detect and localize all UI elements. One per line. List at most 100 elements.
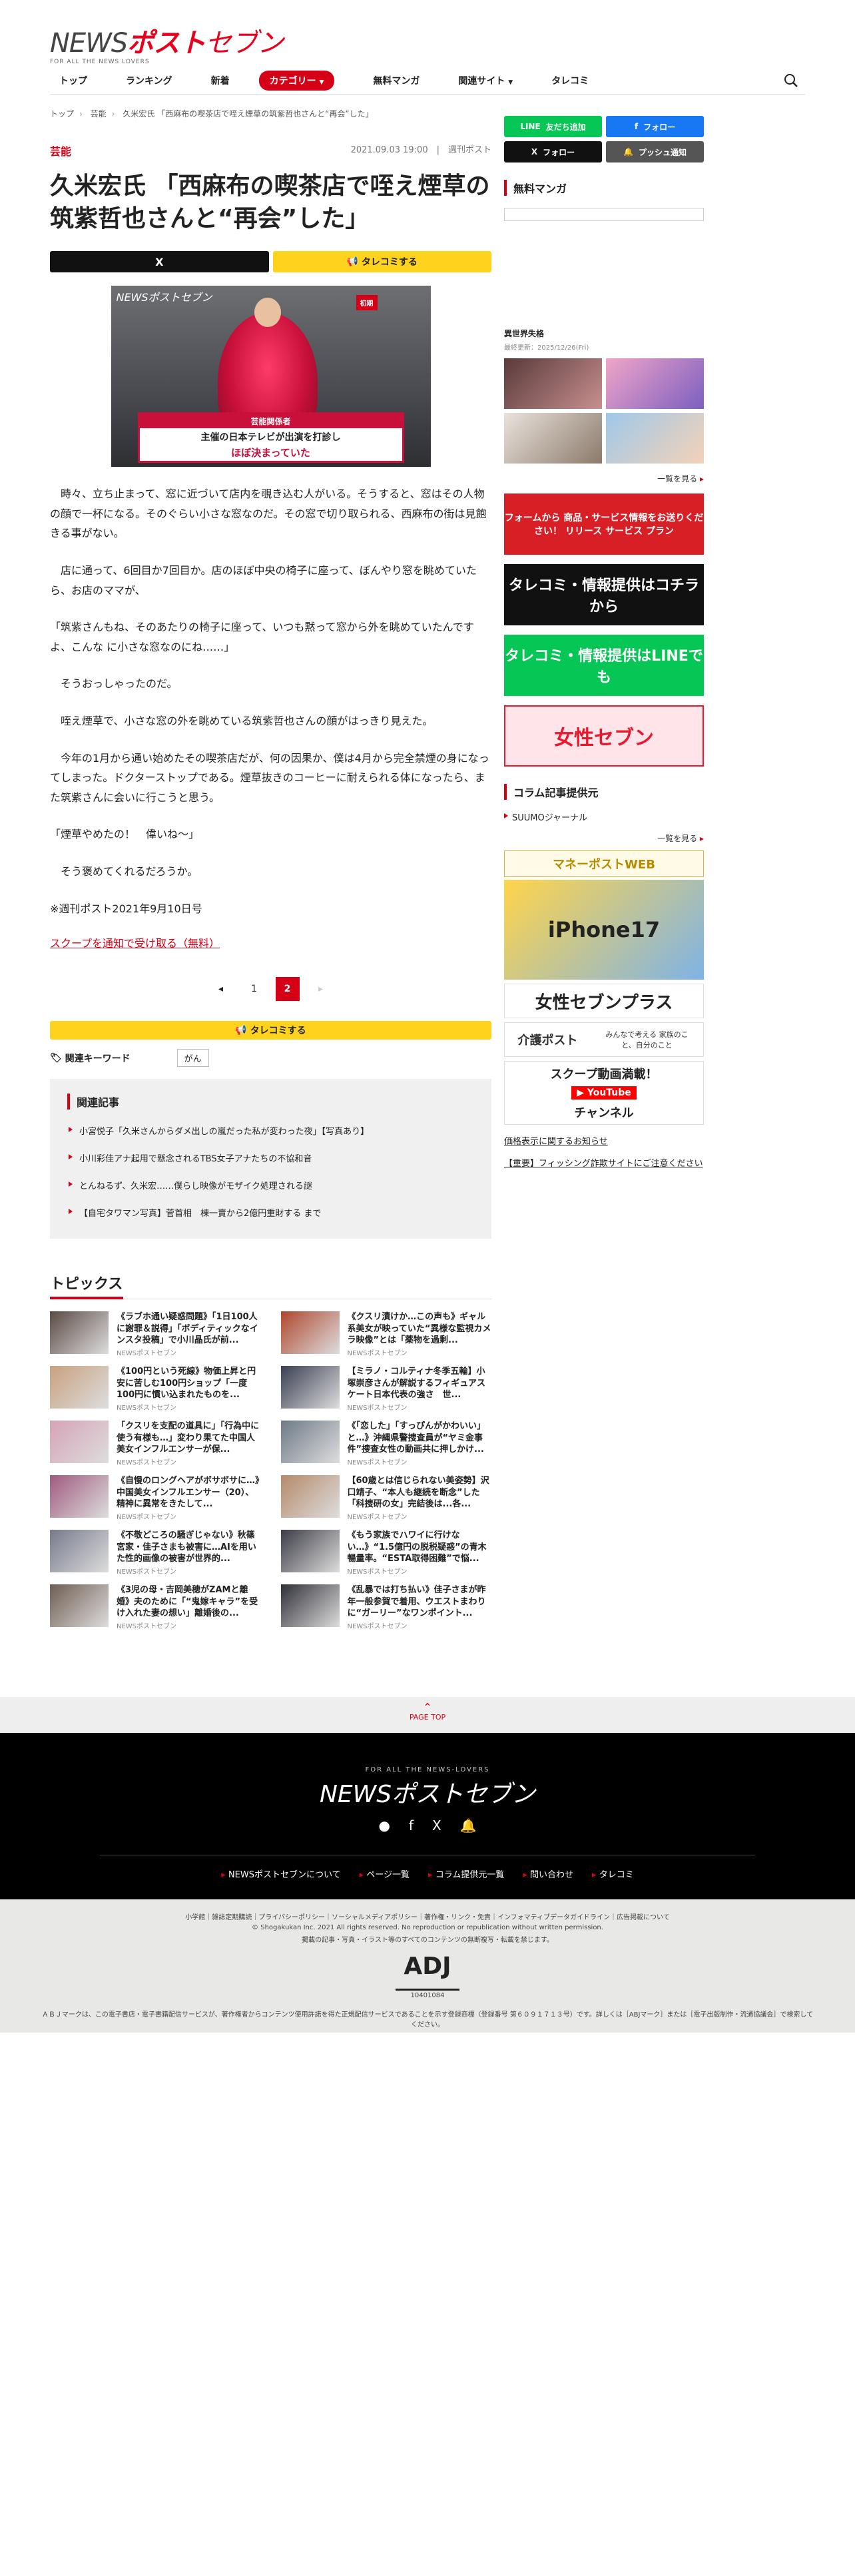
josei-seven-plus-banner[interactable]: 女性セブンプラス xyxy=(504,984,704,1018)
topic-title: 《「恋した」「すっぴんがかわいい」と…》沖縄県警捜査員が“ヤミ金事件”捜査女性の… xyxy=(347,1421,485,1455)
money-post-banner[interactable]: マネーポストWEB xyxy=(504,850,704,877)
manga-thumb[interactable] xyxy=(504,358,602,409)
scoop-notify-link[interactable]: スクープを通知で受け取る（無料） xyxy=(50,934,491,950)
topic-card[interactable]: 《クスリ漬けか…この声も》ギャル系美女が映っていた“異様な監視カメラ映像”とは「… xyxy=(280,1311,492,1358)
nav-ranking[interactable]: ランキング xyxy=(126,74,172,87)
chevron-down-icon: ▼ xyxy=(508,79,513,86)
paragraph: 時々、立ち止まって、窓に近づいて店内を覗き込む人がいる。そうすると、窓はその人物… xyxy=(50,487,487,540)
topic-source: NEWSポストセブン xyxy=(347,1350,408,1358)
x-icon: X xyxy=(531,147,538,157)
price-notice-link[interactable]: 価格表示に関するお知らせ xyxy=(504,1134,704,1147)
manga-banner-placeholder[interactable] xyxy=(504,208,704,221)
footer-nav: NEWSポストセブンについて ページ一覧 コラム提供元一覧 問い合わせ タレコミ xyxy=(100,1855,755,1880)
nav-related-sites[interactable]: 関連サイト ▼ xyxy=(458,74,513,87)
paragraph: そう褒めてくれるだろうか。 xyxy=(61,864,198,878)
push-notify-button[interactable]: 🔔 プッシュ通知 xyxy=(606,141,704,162)
legal-links[interactable]: 小学館｜雑誌定期購読｜プライバシーポリシー｜ソーシャルメディアポリシー｜著作権・… xyxy=(0,1911,855,1921)
copyright-jp: 掲載の記事・写真・イラスト等のすべてのコンテンツの無断複写・転載を禁じます。 xyxy=(302,1937,553,1944)
related-item[interactable]: 小川彩佳アナ起用で懸念されるTBS女子アナたちの不協和音 xyxy=(67,1151,474,1164)
nav-new[interactable]: 新着 xyxy=(211,74,230,87)
sns-label: 友だち追加 xyxy=(545,122,586,132)
topic-card[interactable]: 《ラブホ通い疑惑問題》「1日100人に謝罪＆説得」「ボディティックなインスタ投稿… xyxy=(50,1311,261,1357)
article-body: 時々、立ち止まって、窓に近づいて店内を覗き込む人がいる。そうすると、窓はその人物… xyxy=(50,484,491,950)
footer-nav-contact[interactable]: 問い合わせ xyxy=(523,1867,573,1880)
release-service-banner[interactable]: フォームから 商品・サービス情報をお送りください！ リリース サービス プラン xyxy=(504,493,704,555)
topic-card[interactable]: 《不敬どころの騒ぎじゃない》秋篠宮家・佳子さまも被害に…AIを用いた性的画像の被… xyxy=(50,1530,261,1576)
nav-category[interactable]: カテゴリー ▼ xyxy=(258,70,335,91)
related-item[interactable]: 小宮悦子「久米さんからダメ出しの嵐だった私が変わった夜」【写真あり】 xyxy=(67,1124,474,1137)
footer-nav-tareco[interactable]: タレコミ xyxy=(592,1867,634,1880)
page-top-button[interactable]: ⌃ PAGE TOP xyxy=(0,1697,855,1733)
topic-card[interactable]: 《自慢のロングヘアがボサボサに…》中国美女インフルエンサー（20）、精神に異常を… xyxy=(50,1475,261,1521)
topic-source: NEWSポストセブン xyxy=(117,1623,177,1631)
share-x-button[interactable]: X xyxy=(50,251,269,273)
abj-logo: ADJ xyxy=(396,1955,459,1991)
kaigo-post-banner[interactable]: 介護ポスト みんなで考える 家族のこと、自分のこと xyxy=(504,1022,704,1057)
topic-card[interactable]: 【ミラノ・コルティナ冬季五輪】小塚崇彦さんが解説するフィギュアスケート日本代表の… xyxy=(280,1366,492,1413)
tareco-button-bottom[interactable]: 📢 タレコミする xyxy=(50,1021,491,1040)
manga-more-link[interactable]: 一覧を見る xyxy=(504,473,704,484)
topic-source: NEWSポストセブン xyxy=(347,1568,408,1576)
manga-thumb[interactable] xyxy=(606,358,704,409)
manga-updated: 最終更新：2025/12/26(Fri) xyxy=(504,344,589,352)
manga-thumb[interactable] xyxy=(504,413,602,464)
youtube-channel-banner[interactable]: スクープ動画満載！ ▶ YouTube チャンネル xyxy=(504,1061,704,1125)
topic-card[interactable]: 《3児の母・吉岡美穂がZAMと離婚》夫のために「“鬼嫁キャラ”を受け入れた妻の想… xyxy=(50,1584,261,1631)
bell-icon[interactable]: 🔔 xyxy=(460,1817,477,1833)
topic-card[interactable]: 「クスリを支配の道具に」「行為中に使う有様も…」変わり果てた中国人美女インフルエ… xyxy=(50,1421,261,1466)
facebook-follow-button[interactable]: f フォロー xyxy=(606,116,704,137)
topic-thumbnail xyxy=(50,1311,109,1355)
topic-thumbnail xyxy=(280,1584,340,1628)
page-wrapper: NEWSポストセブン FOR ALL THE NEWS LOVERS トップ ラ… xyxy=(50,0,805,1630)
tareco-button[interactable]: 📢 タレコミする xyxy=(272,251,491,273)
tareco-line-banner[interactable]: タレコミ・情報提供はLINEでも xyxy=(504,635,704,696)
phishing-notice-link[interactable]: 【重要】フィッシング詐欺サイトにご注意ください xyxy=(504,1156,704,1169)
x-icon[interactable]: X xyxy=(432,1817,441,1833)
topic-card[interactable]: 《100円という死線》物価上昇と円安に苦しむ100円ショップ「一度100円に慣い… xyxy=(50,1366,261,1412)
topic-card[interactable]: 《乱暴では打ち払い》佳子さまが昨年一般参賀で着用、ウエストまわりに“ガーリー”な… xyxy=(280,1584,492,1631)
footer-nav-columns[interactable]: コラム提供元一覧 xyxy=(428,1867,505,1880)
related-item[interactable]: 【自宅タワマン写真】菅首相 棟一賣から2億円重財する まで xyxy=(67,1206,474,1219)
topic-source: NEWSポストセブン xyxy=(347,1405,408,1413)
search-icon[interactable] xyxy=(784,73,798,88)
topic-card[interactable]: 《「恋した」「すっぴんがかわいい」と…》沖縄県警捜査員が“ヤミ金事件”捜査女性の… xyxy=(280,1421,492,1466)
topic-card[interactable]: 《もう家族でハワイに行けない…》“1.5億円の脱税疑惑”の青木暢量率。“ESTA… xyxy=(280,1530,492,1576)
article-category[interactable]: 芸能 xyxy=(50,143,71,159)
josei-seven-banner[interactable]: 女性セブン xyxy=(504,705,704,767)
facebook-icon[interactable]: f xyxy=(409,1817,414,1833)
line-icon[interactable]: ● xyxy=(378,1817,390,1833)
topic-thumbnail xyxy=(50,1530,109,1573)
topic-title: 【ミラノ・コルティナ冬季五輪】小塚崇彦さんが解説するフィギュアスケート日本代表の… xyxy=(347,1367,485,1401)
topic-title: 【60歳とは信じられない美姿勢】沢口靖子、“本人も継続を断念”した「科捜研の女」… xyxy=(347,1476,489,1510)
topic-title: 《不敬どころの騒ぎじゃない》秋篠宮家・佳子さまも被害に…AIを用いた性的画像の被… xyxy=(117,1530,256,1564)
nav-free-manga[interactable]: 無料マンガ xyxy=(373,74,420,87)
x-follow-button[interactable]: X フォロー xyxy=(504,141,602,162)
nav-tareco[interactable]: タレコミ xyxy=(551,74,589,87)
topic-card[interactable]: 【60歳とは信じられない美姿勢】沢口靖子、“本人も継続を断念”した「科捜研の女」… xyxy=(280,1475,492,1521)
logo-news: NEWS xyxy=(50,28,128,59)
abj-note: ＡＢＪマークは、この電子書店・電子書籍配信サービスが、著作権者からコンテンツ使用… xyxy=(41,2011,814,2029)
nav-top[interactable]: トップ xyxy=(59,74,87,87)
topic-source: NEWSポストセブン xyxy=(347,1623,408,1631)
site-logo[interactable]: NEWSポストセブン FOR ALL THE NEWS LOVERS xyxy=(50,21,284,65)
prev-page-arrow-icon[interactable]: ◂ xyxy=(209,977,233,1001)
column-more-link[interactable]: 一覧を見る xyxy=(504,832,704,844)
topics-section: トピックス 《ラブホ通い疑惑問題》「1日100人に謝罪＆説得」「ボディティックな… xyxy=(50,1272,492,1631)
global-nav: トップ ランキング 新着 カテゴリー ▼ 無料マンガ 関連サイト ▼ タレコミ xyxy=(50,67,805,95)
iphone-promo-banner[interactable]: iPhone17 xyxy=(504,880,704,980)
footer-nav-about[interactable]: NEWSポストセブンについて xyxy=(221,1867,341,1880)
manga-grid xyxy=(504,358,704,464)
topic-title: 《自慢のロングヘアがボサボサに…》中国美女インフルエンサー（20）、精神に異常を… xyxy=(117,1476,260,1510)
footer-logo[interactable]: NEWSポストセブン xyxy=(0,1775,855,1809)
tareco-banner[interactable]: タレコミ・情報提供はコチラから xyxy=(504,564,704,625)
column-item[interactable]: SUUMOジャーナル xyxy=(504,810,704,823)
footer-nav-pages[interactable]: ページ一覧 xyxy=(360,1867,410,1880)
related-item[interactable]: とんねるず、久米宏……僕らし映像がモザイク処理される謎 xyxy=(67,1179,474,1191)
topic-thumbnail xyxy=(280,1530,340,1573)
page-1[interactable]: 1 xyxy=(242,977,266,1001)
site-header: NEWSポストセブン FOR ALL THE NEWS LOVERS xyxy=(50,0,805,67)
keyword-tag[interactable]: がん xyxy=(176,1049,209,1068)
manga-thumb[interactable] xyxy=(606,413,704,464)
line-add-friend-button[interactable]: LINE 友だち追加 xyxy=(504,116,602,137)
tareco-label: タレコミする xyxy=(250,1026,306,1037)
